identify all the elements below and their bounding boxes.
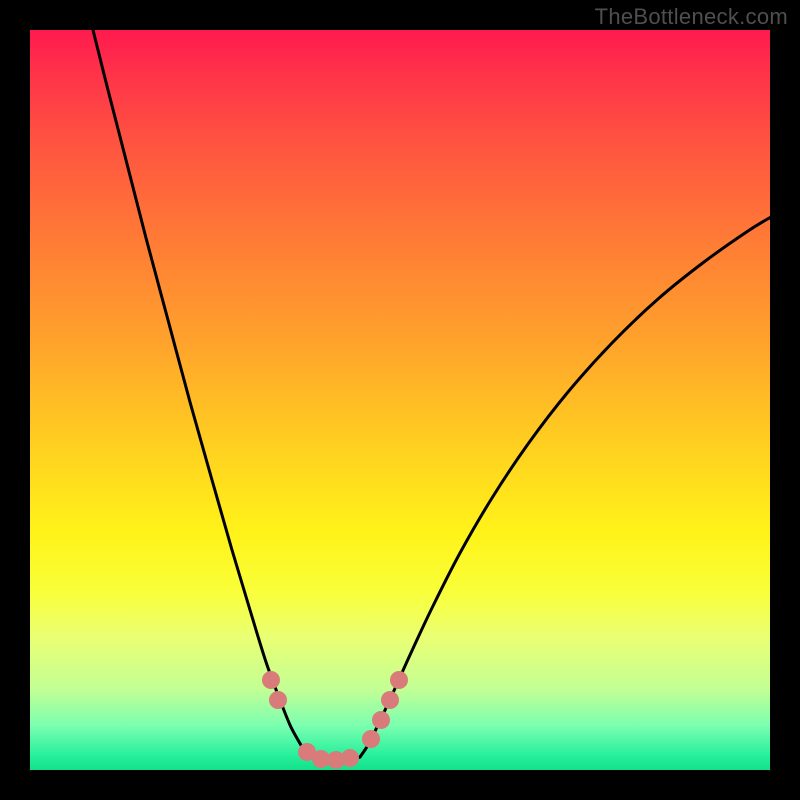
marker-dot [362,730,380,748]
marker-dot [381,691,399,709]
curve-left-branch [93,30,309,757]
marker-dot [341,749,359,767]
marker-dot [269,691,287,709]
plot-frame [30,30,770,770]
chart-svg [30,30,770,770]
marker-group [262,671,408,769]
series-group [93,30,770,761]
watermark-text: TheBottleneck.com [595,4,788,30]
marker-dot [390,671,408,689]
curve-right-branch [360,217,770,757]
marker-dot [262,671,280,689]
marker-dot [372,711,390,729]
